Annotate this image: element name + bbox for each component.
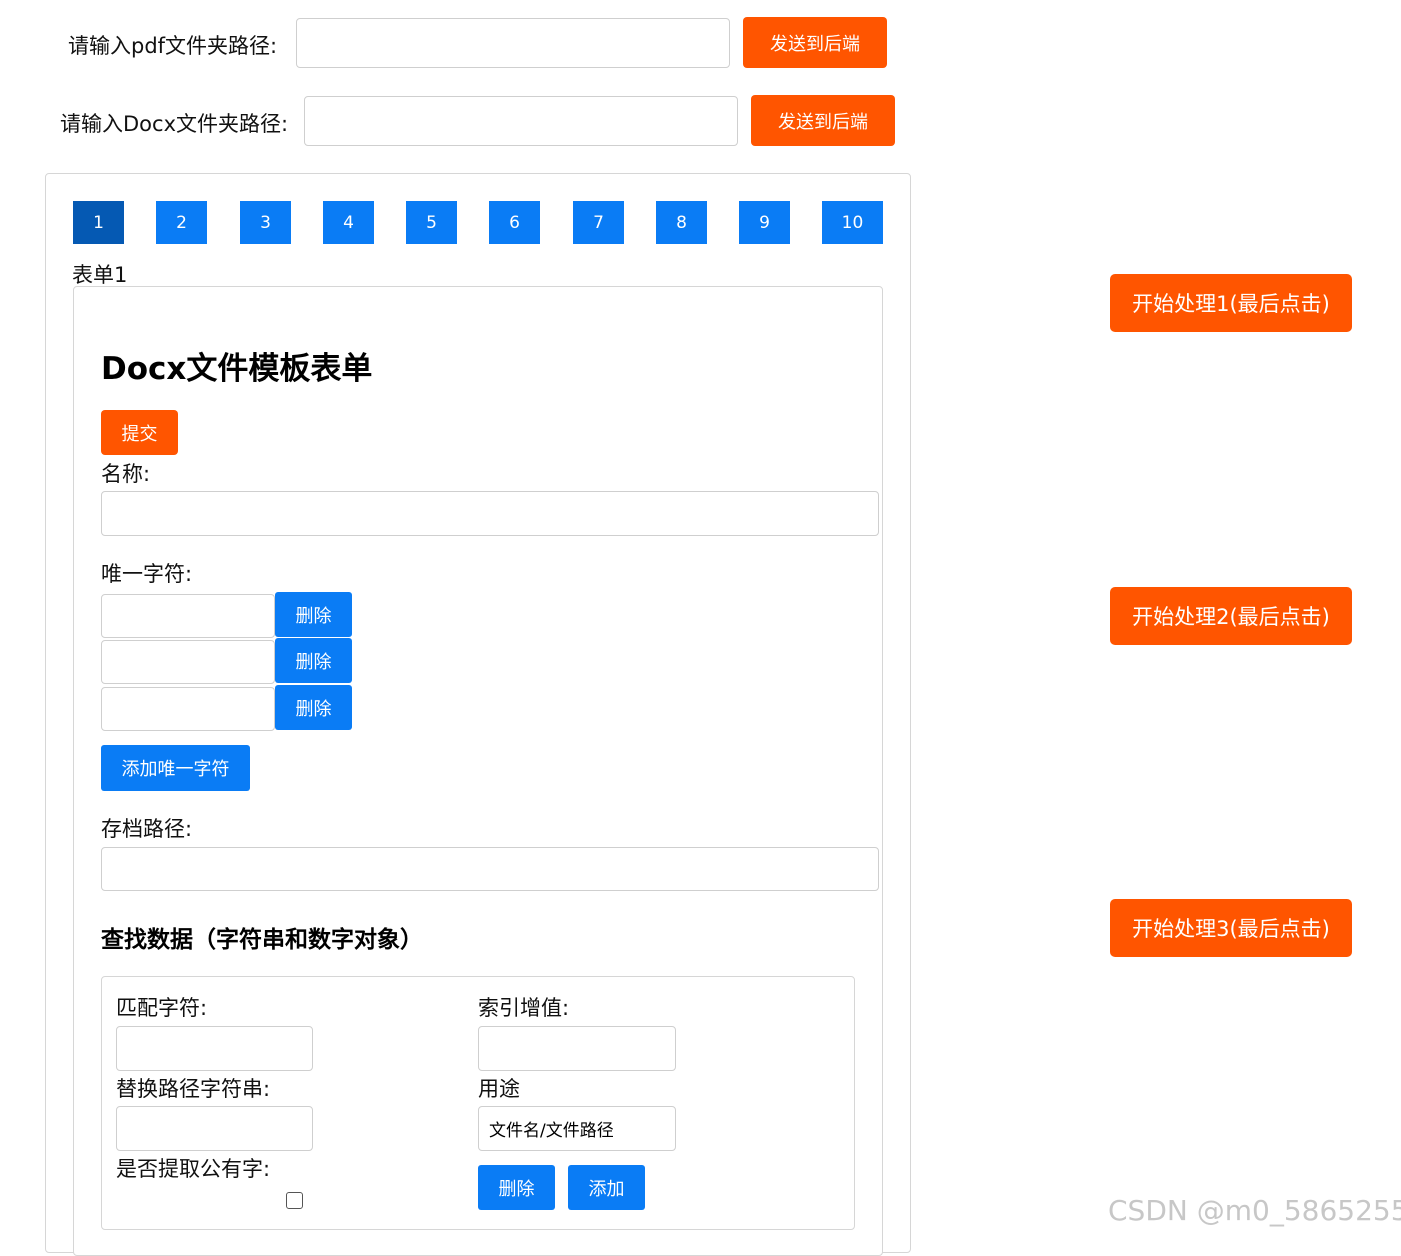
docx-path-label: 请输入Docx文件夹路径: [60,112,289,136]
page-button-4[interactable]: 4 [323,201,374,244]
index-input[interactable] [478,1026,676,1071]
process-1-button[interactable]: 开始处理1(最后点击) [1110,274,1352,332]
name-label: 名称: [101,462,151,486]
page-button-8[interactable]: 8 [656,201,707,244]
pdf-send-button[interactable]: 发送到后端 [743,17,887,68]
form-title: Docx文件模板表单 [101,351,373,387]
name-input[interactable] [101,491,879,536]
page-button-9[interactable]: 9 [739,201,790,244]
page-button-3[interactable]: 3 [240,201,291,244]
search-delete-button[interactable]: 删除 [478,1165,555,1210]
process-3-button[interactable]: 开始处理3(最后点击) [1110,899,1352,957]
docx-send-button[interactable]: 发送到后端 [751,95,895,146]
index-label: 索引增值: [478,996,570,1020]
extract-label: 是否提取公有字: [116,1157,271,1181]
page-button-1[interactable]: 1 [73,201,124,244]
page-button-10[interactable]: 10 [822,201,883,244]
usage-label: 用途 [478,1077,520,1101]
page-button-5[interactable]: 5 [406,201,457,244]
pdf-path-label: 请输入pdf文件夹路径: [68,34,278,58]
pdf-path-input[interactable] [296,18,730,68]
form-tab-label: 表单1 [72,263,128,287]
usage-input[interactable] [478,1106,676,1151]
page-button-7[interactable]: 7 [573,201,624,244]
submit-button[interactable]: 提交 [101,410,178,455]
page-button-2[interactable]: 2 [156,201,207,244]
watermark-text: CSDN @m0_58652556 [1108,1194,1401,1227]
unique-delete-button[interactable]: 删除 [275,685,352,730]
extract-checkbox[interactable] [286,1192,303,1209]
unique-input[interactable] [101,640,275,684]
search-section-title: 查找数据（字符串和数字对象） [101,927,423,953]
search-add-button[interactable]: 添加 [568,1165,645,1210]
archive-input[interactable] [101,847,879,891]
process-2-button[interactable]: 开始处理2(最后点击) [1110,587,1352,645]
page-button-6[interactable]: 6 [489,201,540,244]
match-input[interactable] [116,1026,313,1071]
replace-input[interactable] [116,1106,313,1151]
replace-label: 替换路径字符串: [116,1077,271,1101]
unique-delete-button[interactable]: 删除 [275,638,352,683]
add-unique-button[interactable]: 添加唯一字符 [101,745,250,791]
unique-delete-button[interactable]: 删除 [275,592,352,637]
match-label: 匹配字符: [116,996,208,1020]
archive-label: 存档路径: [101,817,193,841]
unique-label: 唯一字符: [101,562,193,586]
unique-input[interactable] [101,594,275,638]
unique-input[interactable] [101,687,275,731]
docx-path-input[interactable] [304,96,738,146]
